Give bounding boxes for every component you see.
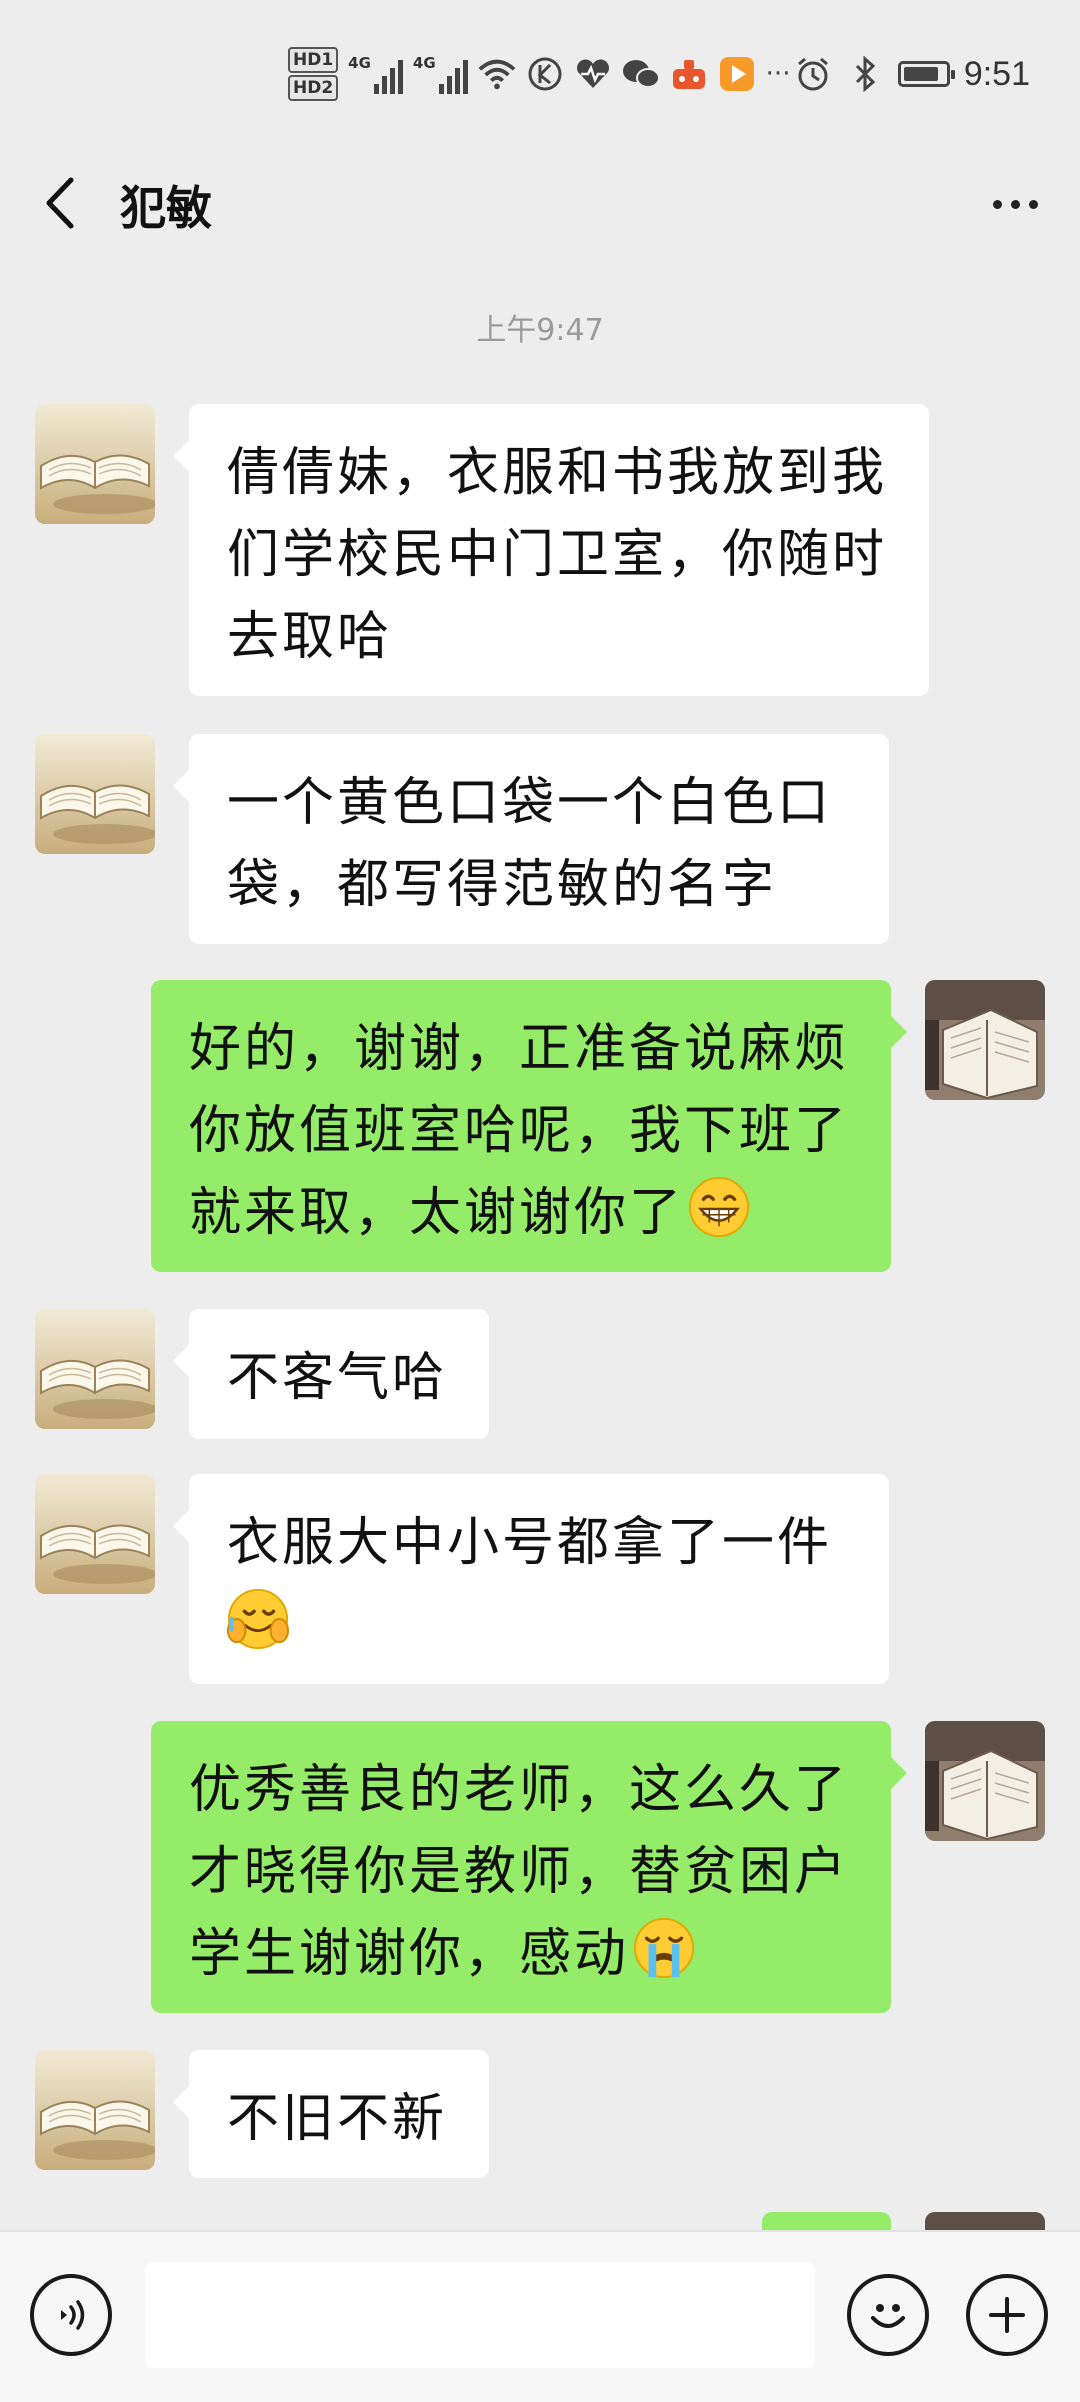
back-button[interactable]: [30, 168, 90, 238]
book-avatar-icon: [35, 734, 155, 854]
network-type-1: 4G: [348, 54, 371, 72]
message-text: 衣服大中小号都拿了一件: [227, 1513, 833, 1573]
clock: 9:51: [963, 54, 1030, 93]
signal-1-icon: 4G: [348, 54, 403, 94]
message-bubble[interactable]: 倩倩妹，衣服和书我放到我们学校民中门卫室，你随时去取哈: [173, 404, 929, 696]
crying-face-emoji-icon: [633, 1917, 695, 1979]
message-text: 优秀善良的老师，这么久了才晓得你是教师，替贫困户学生谢谢你，感动: [189, 1760, 850, 1984]
contact-avatar[interactable]: [35, 734, 155, 854]
message-text: 不客气哈: [227, 1348, 448, 1408]
battery-icon: [897, 61, 955, 87]
more-notifications-icon: ···: [765, 59, 791, 89]
chat-header: 犯敏: [0, 150, 1080, 260]
status-bar: HD1 HD2 4G 4G ··· 9:51: [0, 0, 1080, 150]
face-palm-laughing-emoji-icon: [227, 1588, 289, 1650]
message-bubble[interactable]: 衣服大中小号都拿了一件: [173, 1474, 889, 1684]
more-dots-icon: [992, 199, 1002, 209]
voice-icon: [61, 2300, 85, 2330]
book-avatar-icon: [35, 1474, 155, 1594]
message-timestamp: 上午9:47: [476, 313, 604, 348]
voice-button[interactable]: [30, 2274, 112, 2356]
wechat-icon: [622, 55, 660, 93]
book-avatar-icon: [35, 1309, 155, 1429]
message-bubble[interactable]: 不旧不新: [173, 2050, 489, 2178]
health-heart-icon: [574, 55, 612, 93]
message-text: 一个黄色口袋一个白色口袋，都写得范敏的名字: [227, 773, 833, 915]
plus-icon: [989, 2297, 1025, 2333]
book-avatar-icon: [925, 1721, 1045, 1841]
app-notification-icon: [670, 55, 708, 93]
message-bubble[interactable]: 一个黄色口袋一个白色口袋，都写得范敏的名字: [173, 734, 889, 944]
signal-2-icon: 4G: [413, 54, 468, 94]
message-bubble[interactable]: 不客气哈: [173, 1309, 489, 1439]
book-avatar-icon: [35, 404, 155, 524]
battery-fill: [903, 67, 938, 81]
alarm-icon: [794, 55, 832, 93]
message-text: 不旧不新: [227, 2089, 448, 2149]
bluetooth-icon: [846, 55, 884, 93]
more-options-button[interactable]: [980, 174, 1050, 234]
video-app-icon: [718, 55, 756, 93]
more-functions-button[interactable]: [966, 2274, 1048, 2356]
my-avatar[interactable]: [925, 980, 1045, 1100]
grinning-face-emoji-icon: [688, 1176, 750, 1238]
book-avatar-icon: [35, 2050, 155, 2170]
network-type-2: 4G: [412, 54, 436, 72]
status-icons-left: HD1 HD2 4G 4G ···: [288, 46, 790, 102]
chat-title: 犯敏: [120, 181, 212, 235]
status-icons-right: 9:51: [794, 46, 1030, 102]
book-avatar-icon: [925, 980, 1045, 1100]
contact-avatar[interactable]: [35, 1309, 155, 1429]
message-bubble[interactable]: 优秀善良的老师，这么久了才晓得你是教师，替贫困户学生谢谢你，感动: [151, 1721, 907, 2013]
message-text: 倩倩妹，衣服和书我放到我们学校民中门卫室，你随时去取哈: [227, 443, 888, 667]
hd2-badge: HD2: [288, 75, 339, 101]
hd-indicator: HD1 HD2: [288, 46, 339, 102]
contact-avatar[interactable]: [35, 2050, 155, 2170]
message-input[interactable]: [145, 2262, 815, 2368]
k-app-icon: [526, 55, 564, 93]
my-avatar[interactable]: [925, 1721, 1045, 1841]
message-bubble[interactable]: 好的，谢谢，正准备说麻烦你放值班室哈呢，我下班了就来取，太谢谢你了: [151, 980, 907, 1272]
my-avatar[interactable]: [925, 2212, 1045, 2230]
emoji-button[interactable]: [847, 2274, 929, 2356]
input-bar: [0, 2230, 1080, 2402]
contact-avatar[interactable]: [35, 1474, 155, 1594]
chevron-left-icon: [46, 177, 74, 229]
wifi-icon: [478, 55, 516, 93]
smiley-icon: [871, 2304, 905, 2328]
contact-avatar[interactable]: [35, 404, 155, 524]
book-avatar-icon: [925, 2212, 1045, 2230]
hd1-badge: HD1: [288, 47, 339, 73]
